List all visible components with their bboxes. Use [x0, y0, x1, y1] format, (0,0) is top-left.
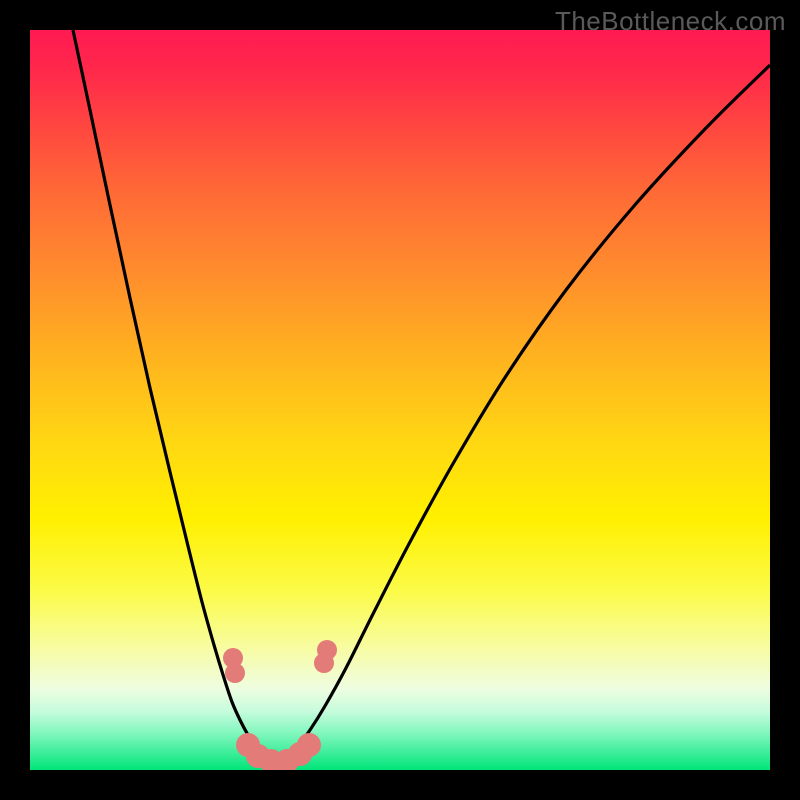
gradient-panel — [30, 30, 770, 770]
chart-stage: TheBottleneck.com — [0, 0, 800, 800]
watermark-text: TheBottleneck.com — [555, 6, 786, 37]
